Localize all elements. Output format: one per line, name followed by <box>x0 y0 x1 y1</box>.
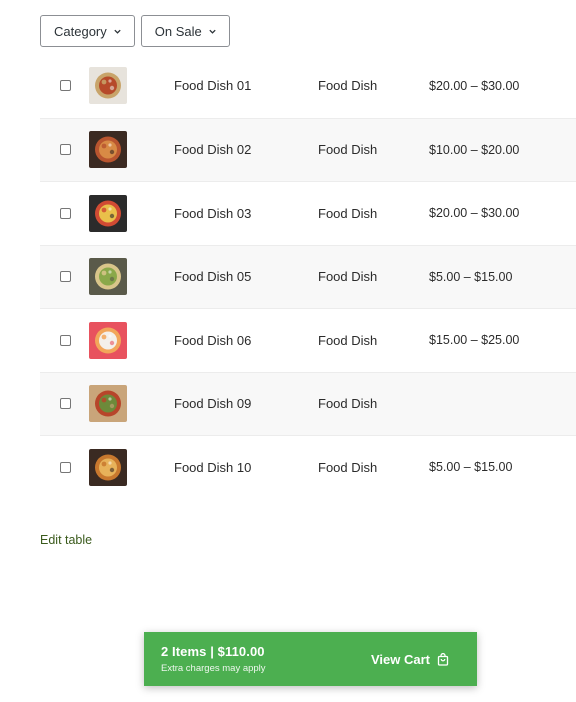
chevron-down-icon <box>114 29 121 34</box>
view-cart-label: View Cart <box>370 651 430 667</box>
product-thumbnail[interactable] <box>89 321 127 359</box>
product-price: $15.00 – $25.00 <box>429 333 520 348</box>
on-sale-filter-dropdown[interactable]: On Sale <box>140 15 230 47</box>
row-select-cell <box>40 207 89 219</box>
table-row: Food Dish 06 Food Dish $15.00 – $25.00 <box>40 308 576 372</box>
cart-summary: 2 Items | $110.00 Extra charges may appl… <box>161 644 266 674</box>
cart-note: Extra charges may apply <box>161 663 266 674</box>
product-price: $5.00 – $15.00 <box>429 460 513 475</box>
product-thumbnail[interactable] <box>89 258 127 296</box>
table-row: Food Dish 02 Food Dish $10.00 – $20.00 <box>40 117 576 181</box>
on-sale-filter-label: On Sale <box>154 23 202 39</box>
product-category: Food Dish <box>318 459 378 475</box>
product-price: $5.00 – $15.00 <box>429 269 513 284</box>
table-row: Food Dish 03 Food Dish $20.00 – $30.00 <box>40 181 576 245</box>
thumbnail-cell <box>89 321 174 359</box>
product-name[interactable]: Food Dish 06 <box>174 333 318 348</box>
table-row: Food Dish 01 Food Dish $20.00 – $30.00 <box>40 54 576 118</box>
product-category: Food Dish <box>318 78 378 94</box>
product-name[interactable]: Food Dish 02 <box>174 142 318 157</box>
thumbnail-cell <box>89 67 174 105</box>
row-checkbox[interactable] <box>59 271 71 283</box>
thumbnail-cell <box>89 258 174 296</box>
chevron-down-icon <box>209 29 216 34</box>
product-name[interactable]: Food Dish 03 <box>174 206 318 221</box>
filter-bar: Category On Sale <box>40 15 230 47</box>
product-thumbnail[interactable] <box>89 131 127 169</box>
row-select-cell <box>40 398 89 410</box>
category-filter-label: Category <box>54 23 107 39</box>
product-category: Food Dish <box>318 142 378 158</box>
product-name[interactable]: Food Dish 01 <box>174 78 318 93</box>
product-name[interactable]: Food Dish 09 <box>174 396 318 411</box>
row-checkbox[interactable] <box>59 461 71 473</box>
product-thumbnail[interactable] <box>89 67 127 105</box>
edit-table-link[interactable]: Edit table <box>40 533 92 547</box>
thumbnail-cell <box>89 131 174 169</box>
thumbnail-cell <box>89 448 174 486</box>
product-table: Food Dish 01 Food Dish $20.00 – $30.00 Food… <box>40 54 576 499</box>
product-thumbnail[interactable] <box>89 194 127 232</box>
product-category: Food Dish <box>318 396 378 412</box>
product-category: Food Dish <box>318 332 378 348</box>
product-price: $20.00 – $30.00 <box>429 78 520 93</box>
row-select-cell <box>40 144 89 156</box>
product-thumbnail[interactable] <box>89 448 127 486</box>
table-row: Food Dish 05 Food Dish $5.00 – $15.00 <box>40 244 576 308</box>
row-select-cell <box>40 461 89 473</box>
table-row: Food Dish 09 Food Dish <box>40 371 576 435</box>
product-category: Food Dish <box>318 205 378 221</box>
row-select-cell <box>40 271 89 283</box>
row-select-cell <box>40 80 89 92</box>
view-cart-button[interactable]: View Cart <box>371 652 449 667</box>
row-checkbox[interactable] <box>59 334 71 346</box>
row-checkbox[interactable] <box>59 80 71 92</box>
table-row: Food Dish 10 Food Dish $5.00 – $15.00 <box>40 435 576 499</box>
product-name[interactable]: Food Dish 10 <box>174 460 318 475</box>
cart-bar[interactable]: 2 Items | $110.00 Extra charges may appl… <box>144 632 477 686</box>
category-filter-dropdown[interactable]: Category <box>40 15 135 47</box>
product-price: $10.00 – $20.00 <box>429 142 520 157</box>
row-checkbox[interactable] <box>59 207 71 219</box>
thumbnail-cell <box>89 194 174 232</box>
cart-total: 2 Items | $110.00 <box>161 644 265 659</box>
row-checkbox[interactable] <box>59 398 71 410</box>
row-select-cell <box>40 334 89 346</box>
thumbnail-cell <box>89 385 174 423</box>
product-name[interactable]: Food Dish 05 <box>174 269 318 284</box>
product-thumbnail[interactable] <box>89 385 127 423</box>
row-checkbox[interactable] <box>59 144 71 156</box>
product-category: Food Dish <box>318 269 378 285</box>
shopping-bag-icon <box>437 652 449 666</box>
product-price: $20.00 – $30.00 <box>429 206 520 221</box>
